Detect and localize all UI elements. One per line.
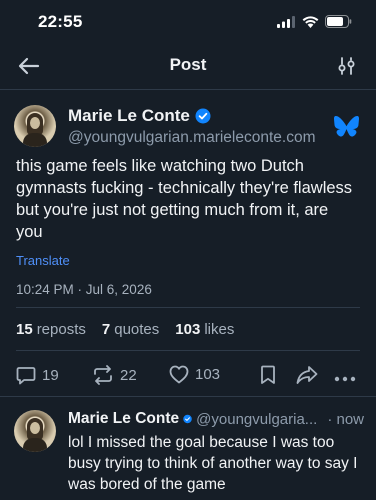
- reply-author-handle[interactable]: @youngvulgaria...: [196, 411, 317, 428]
- repost-count: 22: [120, 366, 137, 384]
- repost-button[interactable]: 22: [92, 365, 137, 385]
- bluesky-badge[interactable]: [334, 116, 359, 143]
- reply-author-name[interactable]: Marie Le Conte: [68, 410, 179, 428]
- heart-icon: [169, 365, 189, 384]
- status-icons: [277, 15, 352, 28]
- thread-settings-button[interactable]: [338, 56, 356, 76]
- post-timestamp: 10:24 PM · Jul 6, 2026: [16, 282, 152, 297]
- quotes-count: 7: [101, 321, 111, 338]
- battery-icon: [325, 15, 352, 28]
- reply-avatar[interactable]: [14, 410, 56, 452]
- status-time: 22:55: [38, 12, 83, 31]
- like-count: 103: [195, 366, 221, 383]
- avatar[interactable]: [14, 105, 56, 147]
- bookmark-button[interactable]: [259, 365, 277, 390]
- bookmark-icon: [261, 365, 275, 384]
- translate-link[interactable]: Translate: [16, 253, 70, 268]
- cellular-signal-icon: [277, 15, 295, 28]
- reposts-stat[interactable]: 15 reposts: [16, 321, 86, 338]
- reposts-label: reposts: [36, 321, 86, 338]
- likes-stat[interactable]: 103 likes: [175, 321, 234, 338]
- reply-count: 19: [42, 366, 59, 384]
- post-stats: 15 reposts 7 quotes 103 likes: [16, 321, 234, 338]
- reply-text: lol I missed the goal because I was too …: [68, 434, 358, 493]
- reply-time: · now: [327, 410, 364, 428]
- like-button[interactable]: 103: [169, 365, 220, 384]
- reply-author[interactable]: Marie Le Conte @youngvulgaria... · now: [68, 410, 364, 428]
- repost-icon: [94, 365, 112, 385]
- quotes-stat[interactable]: 7 quotes: [102, 321, 159, 338]
- header-divider: [0, 89, 376, 90]
- timestamp-divider: [16, 307, 360, 308]
- post-author[interactable]: Marie Le Conte @youngvulgarian.marieleco…: [68, 106, 316, 147]
- author-name[interactable]: Marie Le Conte: [68, 106, 190, 126]
- butterfly-icon: [334, 116, 359, 137]
- page-title: Post: [169, 55, 207, 74]
- likes-count: 103: [175, 321, 201, 338]
- verified-check-icon: [195, 108, 211, 124]
- reposts-count: 15: [16, 321, 33, 338]
- likes-label: likes: [204, 321, 235, 338]
- post-text: this game feels like watching two Dutch …: [16, 157, 353, 241]
- sliders-icon: [338, 57, 355, 75]
- author-handle[interactable]: @youngvulgarian.marieleconte.com: [68, 129, 316, 147]
- ellipsis-icon: [334, 376, 356, 382]
- more-options-button[interactable]: [334, 370, 356, 388]
- share-arrow-icon: [296, 366, 318, 384]
- stats-divider: [16, 350, 360, 351]
- reply-button[interactable]: 19: [16, 365, 59, 385]
- actions-divider: [0, 396, 376, 397]
- quotes-label: quotes: [114, 321, 160, 338]
- verified-check-icon: [183, 414, 192, 424]
- speech-bubble-icon: [16, 367, 36, 385]
- wifi-icon: [302, 15, 319, 28]
- share-button[interactable]: [296, 365, 318, 390]
